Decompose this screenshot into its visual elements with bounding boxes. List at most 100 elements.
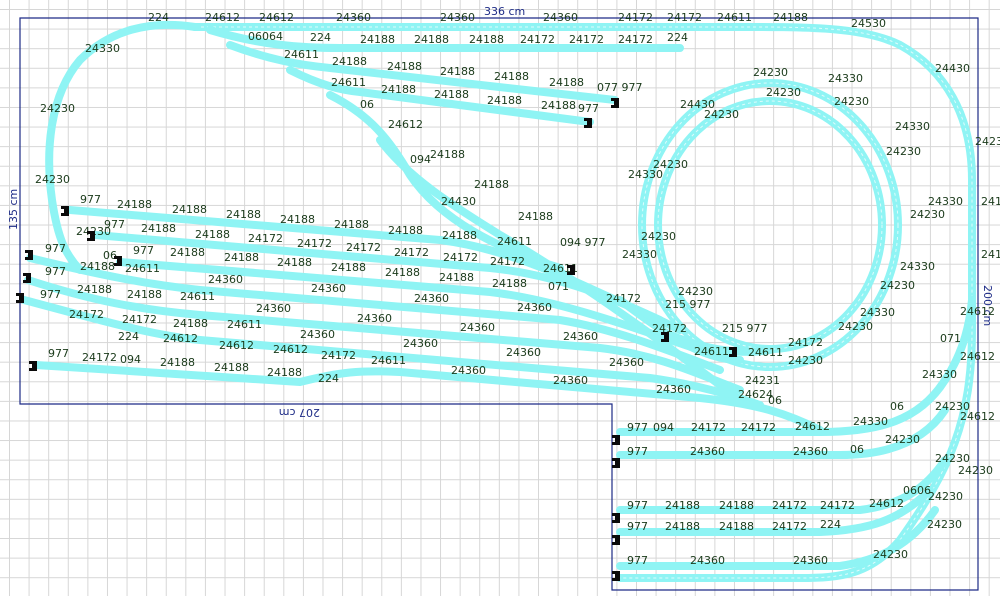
track-piece-label: 24611 — [717, 11, 752, 24]
track-piece-label: 24188 — [388, 224, 423, 237]
track-piece-label: 224 — [310, 31, 331, 44]
track-piece-label: 071 — [940, 332, 961, 345]
track-piece-label: 24230 — [910, 208, 945, 221]
track-piece-label: 24360 — [208, 273, 243, 286]
track-piece-label: 24360 — [414, 292, 449, 305]
track-piece-label: 977 — [578, 102, 599, 115]
track-piece-label: 24172 — [741, 421, 776, 434]
track-piece-label: 06 — [360, 98, 374, 111]
track-piece-label: 24612 — [163, 332, 198, 345]
track-piece-label: 06 — [890, 400, 904, 413]
track-piece-label: 24611 — [125, 262, 160, 275]
track-piece-label: 24330 — [622, 248, 657, 261]
track-piece-label: 24360 — [609, 356, 644, 369]
track-piece-label: 24172 — [490, 255, 525, 268]
track-piece-label: 24188 — [117, 198, 152, 211]
track-piece-label: 224 — [318, 372, 339, 385]
track-piece-label: 24612 — [960, 410, 995, 423]
track-piece-label: 06064 — [248, 30, 283, 43]
track-piece-label: 24188 — [277, 256, 312, 269]
track-piece-label: 24360 — [460, 321, 495, 334]
track-piece-label: 24611 — [331, 76, 366, 89]
track-piece-label: 977 — [80, 193, 101, 206]
track-piece-label: 24230 — [873, 548, 908, 561]
track-piece-label: 0606 — [903, 484, 931, 497]
track-piece-label: 977 — [627, 499, 648, 512]
track-piece-label: 24230 — [788, 354, 823, 367]
track-piece-label: 24188 — [439, 271, 474, 284]
track-piece-label: 24188 — [170, 246, 205, 259]
track-piece-label: 224 — [148, 11, 169, 24]
track-piece-label: 24611 — [497, 235, 532, 248]
track-piece-label: 24172 — [321, 349, 356, 362]
tracks — [20, 20, 976, 582]
track-piece-label: 24360 — [506, 346, 541, 359]
track-piece-label: 24188 — [80, 260, 115, 273]
track-piece-label: 24230 — [40, 102, 75, 115]
track-piece-label: 24612 — [869, 497, 904, 510]
track-piece-label: 24330 — [922, 368, 957, 381]
track-piece-label: 24188 — [127, 288, 162, 301]
track-piece-label: 24188 — [332, 55, 367, 68]
track-piece-label: 24231 — [745, 374, 780, 387]
dimension-top: 336 cm — [484, 5, 525, 18]
track-piece-label: 24188 — [334, 218, 369, 231]
track-piece-label: 094 — [653, 421, 674, 434]
track-piece-label: 24612 — [273, 343, 308, 356]
track-piece-label: 24172 — [394, 246, 429, 259]
track-piece-label: 24188 — [414, 33, 449, 46]
track-piece-label: 24172 — [667, 11, 702, 24]
track-piece-label: 977 — [133, 244, 154, 257]
track-piece-label: 215 977 — [722, 322, 768, 335]
track-plan-canvas[interactable]: 336 cm 135 cm 200 cm 207 cm 224 24612 2461… — [0, 0, 1000, 596]
track-piece-label: 24612 — [259, 11, 294, 24]
track-piece-label: 24360 — [300, 328, 335, 341]
track-piece-label: 24172 — [788, 336, 823, 349]
track-piece-label: 24160 — [981, 195, 1000, 208]
track-piece-label: 24188 — [469, 33, 504, 46]
track-piece-label: 24188 — [226, 208, 261, 221]
track-piece-label: 06 — [850, 443, 864, 456]
track-piece-label: 24188 — [267, 366, 302, 379]
track-piece-label: 24611 — [371, 354, 406, 367]
buffer-stop-icon — [29, 361, 37, 371]
track-piece-label: 24172 — [691, 421, 726, 434]
track-piece-label: 24188 — [331, 261, 366, 274]
track-piece-label: 24172 — [346, 241, 381, 254]
track-piece-label: 24360 — [403, 337, 438, 350]
track-piece-label: 24188 — [77, 283, 112, 296]
track-piece-label: 24430 — [441, 195, 476, 208]
dimension-bottom: 207 cm — [279, 406, 320, 419]
track-piece-label: 24172 — [618, 33, 653, 46]
track-plan: 336 cm 135 cm 200 cm 207 cm 224 24612 2461… — [7, 5, 1000, 591]
track-piece-label: 094 977 — [560, 236, 606, 249]
track-piece-label: 24172 — [820, 499, 855, 512]
track-piece-label: 24188 — [487, 94, 522, 107]
track-piece-label: 977 — [40, 288, 61, 301]
track-piece-label: 24611 — [227, 318, 262, 331]
track-piece-label: 24188 — [541, 99, 576, 112]
track-piece-label: 24360 — [357, 312, 392, 325]
track-piece-label: 24230 — [958, 464, 993, 477]
track-piece-label: 24230 — [928, 490, 963, 503]
track-piece-label: 977 — [627, 520, 648, 533]
track-piece-label: 977 — [45, 265, 66, 278]
track-piece-label: 24188 — [430, 148, 465, 161]
track-piece-label: 24172 — [82, 351, 117, 364]
track-piece-label: 24612 — [219, 339, 254, 352]
track-piece-label: 24611 — [694, 345, 729, 358]
track-piece-label: 24611 — [180, 290, 215, 303]
track-piece-label: 24230 — [838, 320, 873, 333]
track-piece-label: 24188 — [440, 65, 475, 78]
track-piece-label: 24612 — [205, 11, 240, 24]
track-piece-label: 24330 — [928, 195, 963, 208]
track-piece-label: 24188 — [665, 499, 700, 512]
buffer-stop-icon — [612, 435, 620, 445]
track-piece-label: 24188 — [518, 210, 553, 223]
track-piece-label: 24188 — [773, 11, 808, 24]
track-piece-label: 24360 — [256, 302, 291, 315]
track-piece-label: 24360 — [336, 11, 371, 24]
track-piece-label: 24230 — [886, 145, 921, 158]
track-piece-label: 977 — [48, 347, 69, 360]
buffer-stop-icon — [61, 206, 69, 216]
